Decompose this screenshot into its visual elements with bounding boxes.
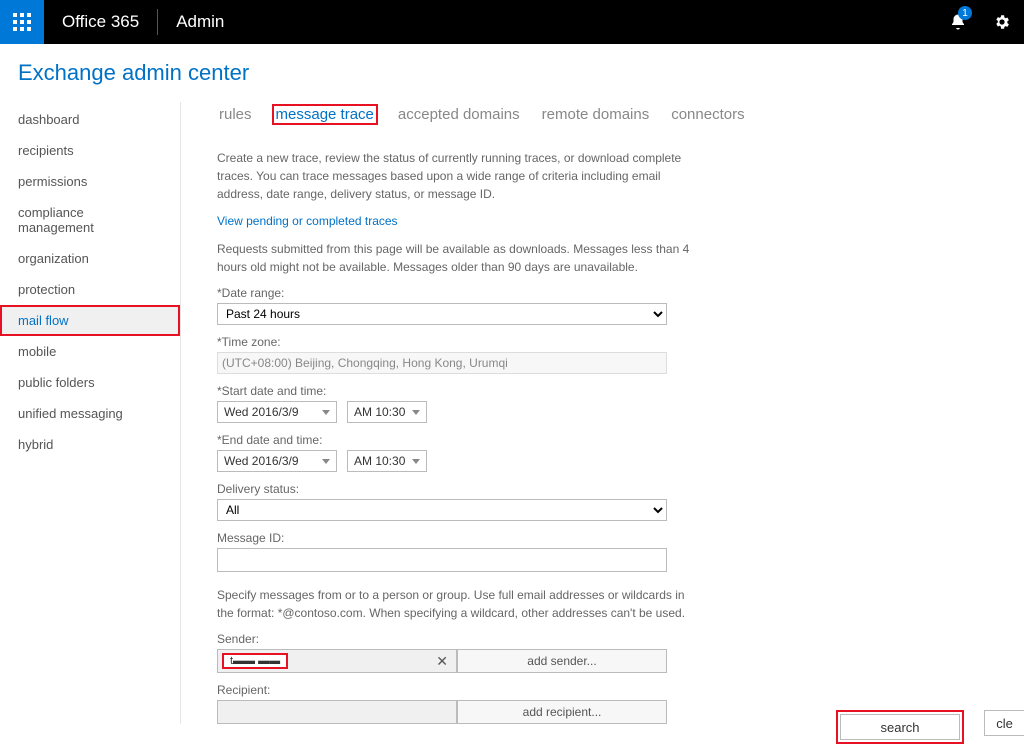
sidebar-item-permissions[interactable]: permissions bbox=[0, 166, 180, 197]
page-title: Exchange admin center bbox=[0, 44, 1024, 96]
label-delivery-status: Delivery status: bbox=[217, 482, 697, 496]
remove-sender-button[interactable]: ✕ bbox=[432, 653, 452, 670]
label-start-dt: *Start date and time: bbox=[217, 384, 697, 398]
sidebar-item-unified-messaging[interactable]: unified messaging bbox=[0, 398, 180, 429]
label-sender: Sender: bbox=[217, 632, 697, 646]
sidebar-item-mobile[interactable]: mobile bbox=[0, 336, 180, 367]
sender-pill[interactable]: t▬▬ ▬▬ bbox=[222, 653, 288, 669]
sidebar-item-recipients[interactable]: recipients bbox=[0, 135, 180, 166]
sidebar-item-dashboard[interactable]: dashboard bbox=[0, 104, 180, 135]
end-time-combo[interactable]: AM 10:30 bbox=[347, 450, 427, 472]
settings-button[interactable] bbox=[980, 0, 1024, 44]
tab-accepted-domains[interactable]: accepted domains bbox=[396, 104, 522, 125]
label-recipient: Recipient: bbox=[217, 683, 697, 697]
search-button-highlight: search bbox=[836, 710, 964, 744]
start-date-combo[interactable]: Wed 2016/3/9 bbox=[217, 401, 337, 423]
notification-badge: 1 bbox=[958, 6, 972, 20]
tab-rules[interactable]: rules bbox=[217, 104, 254, 125]
end-date-combo[interactable]: Wed 2016/3/9 bbox=[217, 450, 337, 472]
add-sender-button[interactable]: add sender... bbox=[457, 649, 667, 673]
tabs: rules message trace accepted domains rem… bbox=[217, 104, 1024, 125]
label-end-dt: *End date and time: bbox=[217, 433, 697, 447]
main-content: rules message trace accepted domains rem… bbox=[181, 96, 1024, 724]
date-range-select[interactable]: Past 24 hours bbox=[217, 303, 667, 325]
description-text-1: Create a new trace, review the status of… bbox=[217, 149, 697, 203]
sidebar-item-mail-flow[interactable]: mail flow bbox=[0, 305, 180, 336]
sidebar-item-compliance[interactable]: compliance management bbox=[0, 197, 180, 243]
gear-icon bbox=[993, 13, 1011, 31]
sidebar-item-public-folders[interactable]: public folders bbox=[0, 367, 180, 398]
description-text-2: Requests submitted from this page will b… bbox=[217, 240, 697, 276]
label-time-zone: *Time zone: bbox=[217, 335, 697, 349]
label-date-range: *Date range: bbox=[217, 286, 697, 300]
brand-label: Office 365 bbox=[44, 12, 157, 32]
message-id-input[interactable] bbox=[217, 548, 667, 572]
waffle-icon bbox=[13, 13, 31, 31]
app-label: Admin bbox=[158, 12, 242, 32]
sidebar-item-protection[interactable]: protection bbox=[0, 274, 180, 305]
sidebar: dashboard recipients permissions complia… bbox=[0, 96, 180, 724]
app-launcher-button[interactable] bbox=[0, 0, 44, 44]
footer-buttons: search cle bbox=[836, 710, 1024, 744]
add-recipient-button[interactable]: add recipient... bbox=[457, 700, 667, 724]
tab-connectors[interactable]: connectors bbox=[669, 104, 746, 125]
search-button[interactable]: search bbox=[840, 714, 960, 740]
tab-remote-domains[interactable]: remote domains bbox=[540, 104, 652, 125]
time-zone-select[interactable]: (UTC+08:00) Beijing, Chongqing, Hong Kon… bbox=[217, 352, 667, 374]
label-message-id: Message ID: bbox=[217, 531, 697, 545]
sidebar-item-organization[interactable]: organization bbox=[0, 243, 180, 274]
start-time-combo[interactable]: AM 10:30 bbox=[347, 401, 427, 423]
specify-help-text: Specify messages from or to a person or … bbox=[217, 586, 697, 622]
clear-button[interactable]: cle bbox=[984, 710, 1024, 736]
sender-box[interactable]: t▬▬ ▬▬ ✕ bbox=[217, 649, 457, 673]
notifications-button[interactable]: 1 bbox=[936, 0, 980, 44]
view-pending-link[interactable]: View pending or completed traces bbox=[217, 214, 398, 228]
sidebar-item-hybrid[interactable]: hybrid bbox=[0, 429, 180, 460]
delivery-status-select[interactable]: All bbox=[217, 499, 667, 521]
recipient-box[interactable] bbox=[217, 700, 457, 724]
topbar: Office 365 Admin 1 bbox=[0, 0, 1024, 44]
tab-message-trace[interactable]: message trace bbox=[272, 104, 378, 125]
